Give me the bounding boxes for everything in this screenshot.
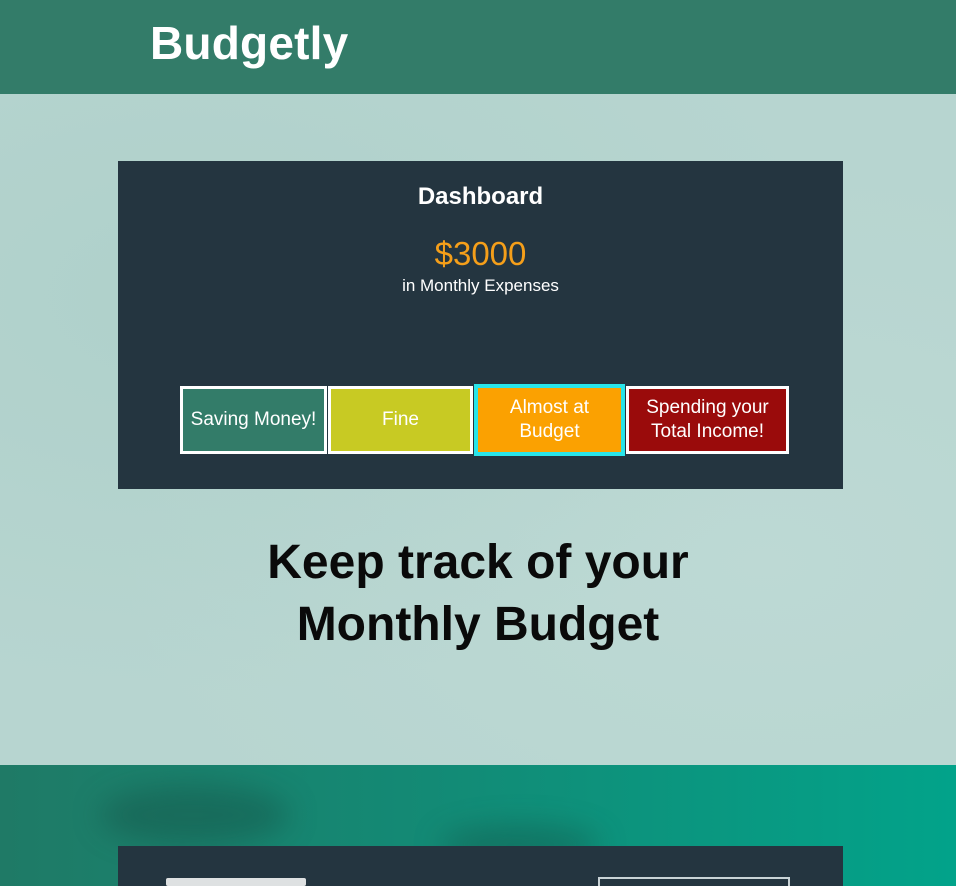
dashboard-card: Dashboard $3000 in Monthly Expenses Savi… (118, 161, 843, 489)
status-spending-total-income[interactable]: Spending your Total Income! (626, 386, 789, 454)
status-saving-money[interactable]: Saving Money! (180, 386, 327, 454)
status-label: Saving Money! (190, 409, 317, 430)
form-card (118, 846, 843, 886)
background-blur-shape (100, 785, 290, 845)
brand-logo[interactable]: Budgetly (150, 16, 348, 70)
dashboard-title: Dashboard (417, 183, 544, 210)
hero-tagline: Keep track of your Monthly Budget (0, 532, 956, 656)
form-card-heading (166, 878, 306, 886)
status-fine[interactable]: Fine (328, 386, 473, 454)
status-label: Fine (382, 409, 419, 430)
status-label: Spending your Total Income! (646, 397, 769, 442)
tagline-line-2: Monthly Budget (296, 598, 660, 651)
monthly-expenses-label: in Monthly Expenses (402, 276, 559, 295)
site-header: Budgetly (0, 0, 956, 94)
monthly-expenses-amount: $3000 (434, 235, 527, 272)
features-section (0, 765, 956, 886)
tagline-line-1: Keep track of your (267, 536, 689, 589)
status-label: Almost at Budget (509, 397, 590, 442)
status-almost-at-budget[interactable]: Almost at Budget (474, 384, 625, 456)
form-input[interactable] (598, 877, 790, 886)
